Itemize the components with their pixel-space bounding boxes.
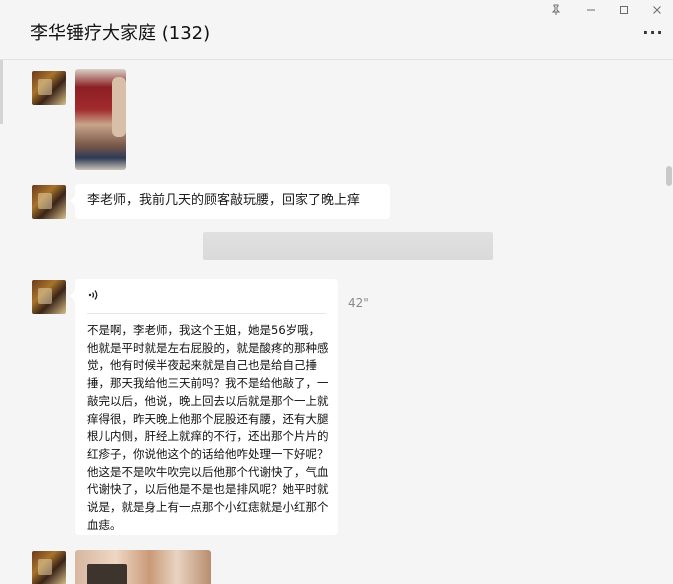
message-photo[interactable]: [75, 69, 126, 170]
avatar[interactable]: [32, 185, 66, 219]
minimize-icon[interactable]: [581, 4, 601, 20]
voice-duration: 42": [348, 296, 369, 310]
title-bar: 李华锤疗大家庭 (132) ···: [0, 0, 673, 60]
avatar[interactable]: [32, 551, 66, 584]
chat-title: 李华锤疗大家庭 (132): [30, 23, 211, 44]
scrollbar-thumb[interactable]: [666, 166, 672, 186]
voice-wave-icon[interactable]: [87, 288, 107, 306]
message-photo[interactable]: [75, 550, 211, 584]
message-text: 李老师，我前几天的顾客敲玩腰，回家了晚上痒: [87, 193, 361, 208]
maximize-icon[interactable]: [614, 4, 634, 20]
pin-icon[interactable]: [546, 4, 566, 20]
avatar[interactable]: [32, 71, 66, 105]
scrollbar[interactable]: [665, 60, 673, 584]
message-bubble[interactable]: 李老师，我前几天的顾客敲玩腰，回家了晚上痒: [70, 184, 390, 219]
voice-divider: [87, 313, 326, 314]
voice-message-bubble[interactable]: 不是啊，李老师，我这个王姐，她是56岁哦，他就是平时就是左右屁股的，就是酸疼的那…: [70, 279, 338, 535]
redacted-message: [203, 232, 493, 260]
scroll-edge: [0, 60, 3, 124]
close-icon[interactable]: [647, 4, 667, 20]
more-icon[interactable]: ···: [641, 25, 665, 44]
avatar[interactable]: [32, 280, 66, 314]
voice-transcript: 不是啊，李老师，我这个王姐，她是56岁哦，他就是平时就是左右屁股的，就是酸疼的那…: [87, 323, 329, 532]
